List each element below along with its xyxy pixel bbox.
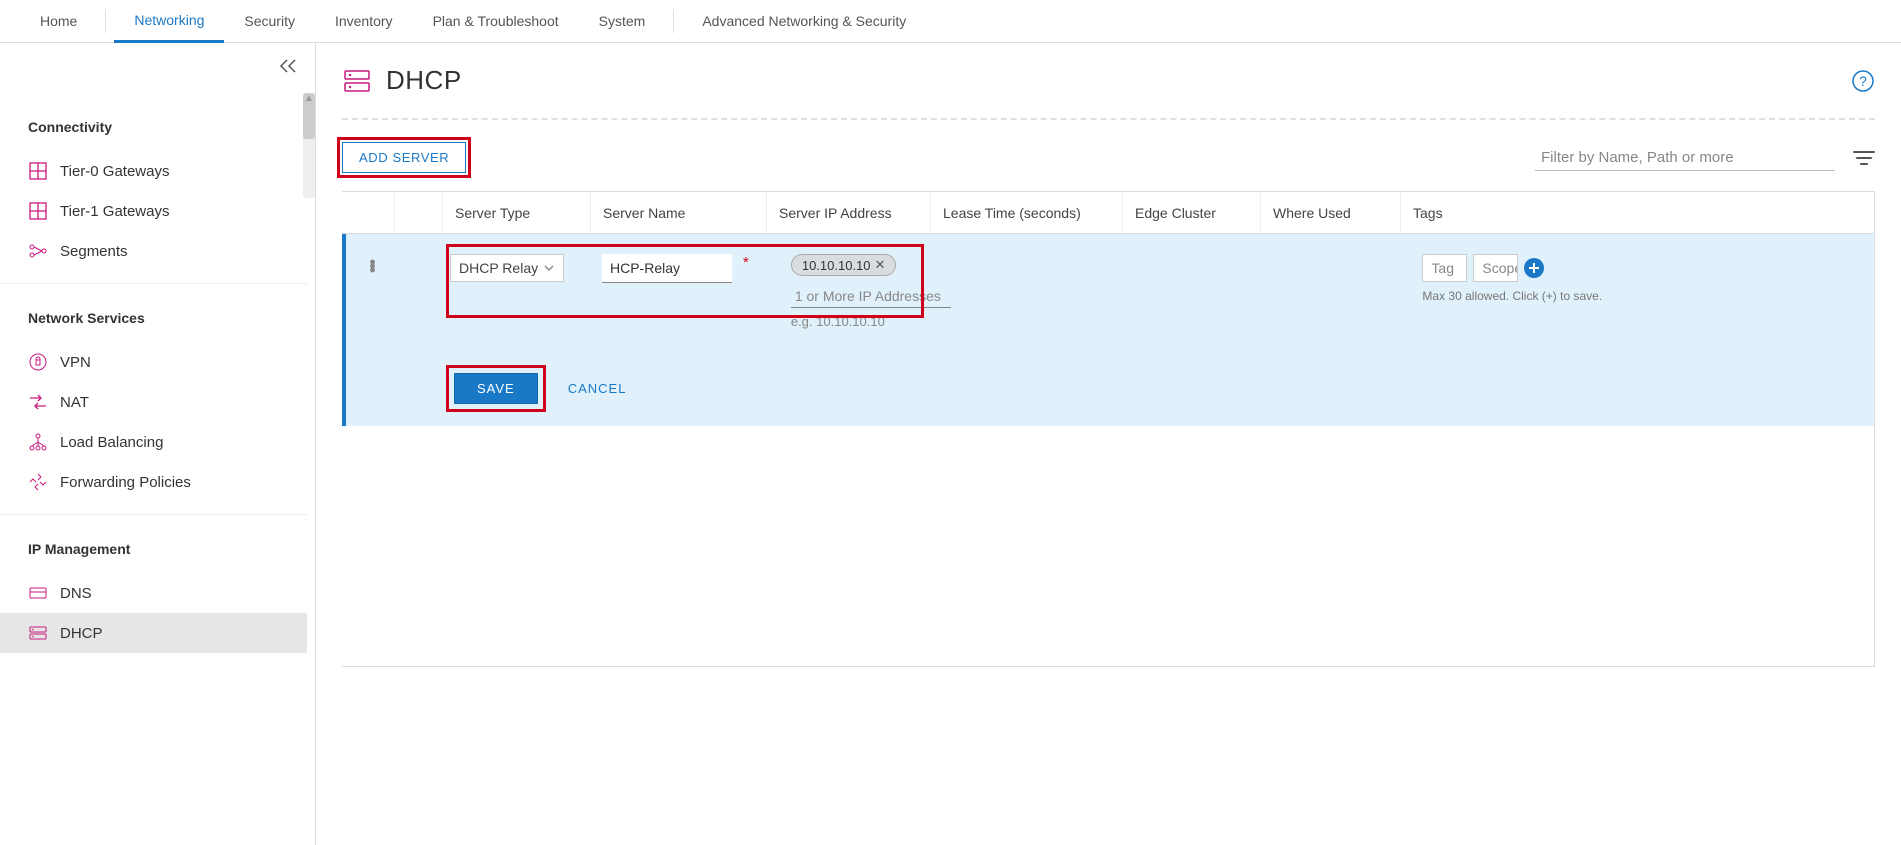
tab-security[interactable]: Security (224, 0, 315, 43)
sidebar-item-tier0-gateways[interactable]: Tier-0 Gateways (0, 151, 307, 191)
column-server-name[interactable]: Server Name (590, 192, 766, 233)
ip-address-value: 10.10.10.10 (802, 258, 871, 273)
forwarding-policies-icon (28, 472, 48, 492)
column-where-used[interactable]: Where Used (1260, 192, 1400, 233)
sidebar-item-dns[interactable]: DNS (0, 573, 307, 613)
tier1-icon (28, 201, 48, 221)
server-type-value: DHCP Relay (459, 260, 538, 276)
table-header: Server Type Server Name Server IP Addres… (342, 192, 1874, 234)
save-button[interactable]: SAVE (454, 373, 538, 404)
add-server-button[interactable]: ADD SERVER (342, 142, 466, 173)
remove-ip-icon[interactable]: ✕ (875, 257, 886, 273)
ip-address-chip[interactable]: 10.10.10.10 ✕ (791, 254, 897, 276)
column-lease-time[interactable]: Lease Time (seconds) (930, 192, 1122, 233)
column-expand (342, 192, 394, 233)
nav-separator (673, 9, 674, 33)
sidebar-item-forwarding-policies[interactable]: Forwarding Policies (0, 462, 307, 502)
sidebar-item-label: DHCP (60, 625, 103, 642)
sidebar-item-label: NAT (60, 394, 89, 411)
server-type-dropdown[interactable]: DHCP Relay (450, 254, 564, 282)
sidebar-item-label: Tier-0 Gateways (60, 163, 169, 180)
sidebar-item-label: DNS (60, 585, 92, 602)
sidebar-item-nat[interactable]: NAT (0, 382, 307, 422)
tab-advanced-networking-security[interactable]: Advanced Networking & Security (682, 0, 926, 43)
column-server-ip[interactable]: Server IP Address (766, 192, 930, 233)
filter-icon[interactable] (1853, 150, 1875, 166)
tab-home[interactable]: Home (20, 0, 97, 43)
load-balancing-icon (28, 432, 48, 452)
dns-icon (28, 583, 48, 603)
svg-text:?: ? (1859, 73, 1867, 89)
sidebar-item-label: VPN (60, 354, 91, 371)
tag-input[interactable]: Tag (1422, 254, 1467, 282)
row-actions-menu[interactable]: ••• (369, 254, 374, 278)
column-tags[interactable]: Tags (1400, 192, 1874, 233)
sidebar-item-tier1-gateways[interactable]: Tier-1 Gateways (0, 191, 307, 231)
segments-icon (28, 241, 48, 261)
ip-address-input[interactable]: 1 or More IP Addresses (791, 282, 951, 308)
sidebar-heading-network-services: Network Services (0, 302, 307, 342)
vpn-icon (28, 352, 48, 372)
tag-hint: Max 30 allowed. Click (+) to save. (1422, 288, 1870, 304)
scope-input[interactable]: Scope (1473, 254, 1518, 282)
sidebar-item-label: Load Balancing (60, 434, 163, 451)
sidebar-item-dhcp[interactable]: DHCP (0, 613, 307, 653)
dhcp-table: Server Type Server Name Server IP Addres… (342, 191, 1875, 667)
ip-address-hint: e.g. 10.10.10.10 (791, 314, 951, 329)
table-row-edit: ••• DHCP Relay (342, 234, 1874, 426)
sidebar-item-load-balancing[interactable]: Load Balancing (0, 422, 307, 462)
sidebar-item-label: Segments (60, 243, 128, 260)
column-server-type[interactable]: Server Type (442, 192, 590, 233)
sidebar: ▲ Connectivity Tier-0 Gateways Tier-1 Ga… (0, 43, 316, 845)
dhcp-page-icon (342, 66, 372, 96)
page-title: DHCP (386, 65, 462, 96)
sidebar-heading-connectivity: Connectivity (0, 111, 307, 151)
tier0-icon (28, 161, 48, 181)
main-content: DHCP ? ADD SERVER Server Type Server Nam… (316, 43, 1901, 845)
sidebar-item-label: Tier-1 Gateways (60, 203, 169, 220)
topnav: Home Networking Security Inventory Plan … (0, 0, 1901, 43)
scroll-up-arrow[interactable]: ▲ (303, 93, 315, 104)
tab-inventory[interactable]: Inventory (315, 0, 413, 43)
sidebar-scrollbar[interactable] (303, 93, 315, 198)
nav-separator (105, 9, 106, 33)
column-edge-cluster[interactable]: Edge Cluster (1122, 192, 1260, 233)
sidebar-item-label: Forwarding Policies (60, 474, 191, 491)
tab-system[interactable]: System (579, 0, 666, 43)
nat-icon (28, 392, 48, 412)
sidebar-heading-ip-management: IP Management (0, 533, 307, 573)
help-icon[interactable]: ? (1851, 69, 1875, 93)
sidebar-item-vpn[interactable]: VPN (0, 342, 307, 382)
dhcp-icon (28, 623, 48, 643)
filter-input[interactable] (1535, 145, 1835, 171)
column-blank (394, 192, 442, 233)
server-name-input[interactable] (602, 254, 732, 283)
chevron-down-icon (543, 262, 555, 274)
add-tag-button[interactable] (1524, 258, 1544, 278)
required-indicator: * (743, 254, 749, 271)
sidebar-item-segments[interactable]: Segments (0, 231, 307, 271)
cancel-button[interactable]: CANCEL (568, 381, 627, 396)
tab-plan-troubleshoot[interactable]: Plan & Troubleshoot (413, 0, 579, 43)
tab-networking[interactable]: Networking (114, 0, 224, 43)
